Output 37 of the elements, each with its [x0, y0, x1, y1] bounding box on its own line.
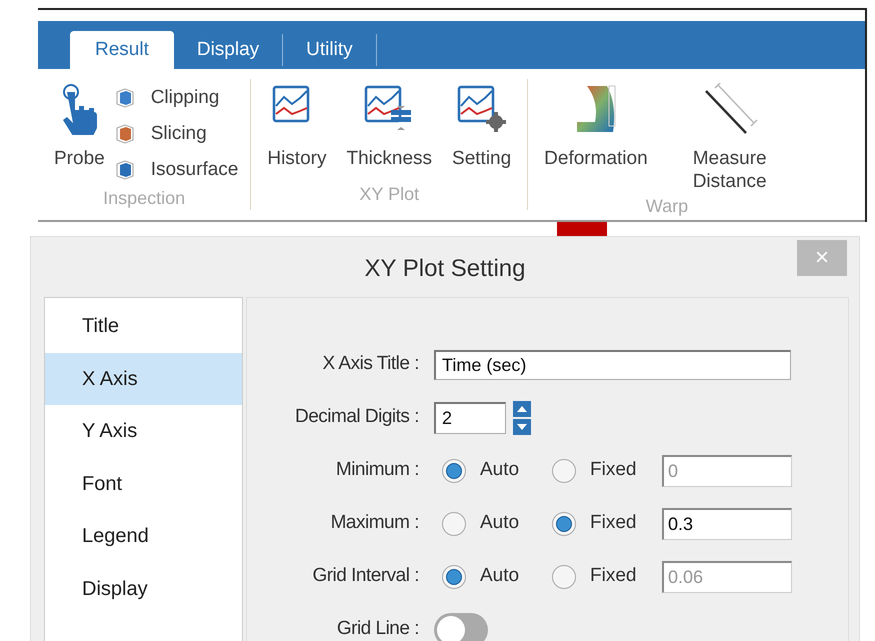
ribbon-small-button[interactable]: Slicing — [112, 119, 238, 149]
nav-item[interactable]: Y Axis — [45, 405, 242, 458]
field-label: X Axis Title : — [322, 352, 419, 376]
ribbon-tab[interactable]: Result — [70, 31, 174, 69]
ribbon-button[interactable]: Thickness — [346, 79, 432, 170]
spinner-arrows-icon[interactable] — [513, 400, 531, 434]
radio-option[interactable]: Fixed — [552, 509, 662, 538]
ribbon-button[interactable]: History — [267, 79, 326, 170]
toggle-switch[interactable] — [434, 612, 488, 641]
nav-item[interactable]: Display — [45, 562, 242, 615]
value-field[interactable]: 0.3 — [662, 508, 792, 540]
nav-item[interactable]: Title — [45, 300, 242, 352]
field-label: Grid Line : — [336, 617, 419, 641]
nav-item[interactable]: Legend — [45, 510, 242, 562]
number-field[interactable]: 2 — [434, 402, 506, 434]
marker-block — [557, 222, 607, 236]
nav-item[interactable]: Font — [45, 458, 242, 510]
text-field[interactable]: Time (sec) — [434, 350, 791, 380]
ribbon-button[interactable]: Deformation — [544, 79, 648, 193]
field-label: Grid Interval : — [311, 564, 419, 588]
group-label: Inspection — [103, 187, 186, 210]
field-label: Decimal Digits : — [294, 405, 419, 430]
field-label: Minimum : — [334, 458, 419, 482]
ribbon-tab[interactable]: Utility — [283, 31, 376, 69]
radio-option[interactable]: Auto — [442, 509, 552, 538]
ribbon-button[interactable]: Probe — [54, 79, 105, 185]
chart-gear-icon — [456, 84, 508, 134]
ribbon-small-button[interactable]: Clipping — [112, 83, 238, 113]
ribbon-small-button[interactable]: Isosurface — [112, 155, 238, 185]
nav-item[interactable]: X Axis — [45, 352, 242, 405]
ribbon-tab[interactable]: Display — [174, 31, 282, 69]
group-label: Warp — [646, 195, 688, 218]
dialog-title: XY Plot Setting — [364, 254, 526, 284]
ribbon-button[interactable]: Setting — [452, 79, 512, 170]
group-label: XY Plot — [359, 183, 420, 206]
field-label: Maximum : — [330, 511, 419, 536]
ribbon-button[interactable]: Measure Distance — [670, 79, 790, 193]
